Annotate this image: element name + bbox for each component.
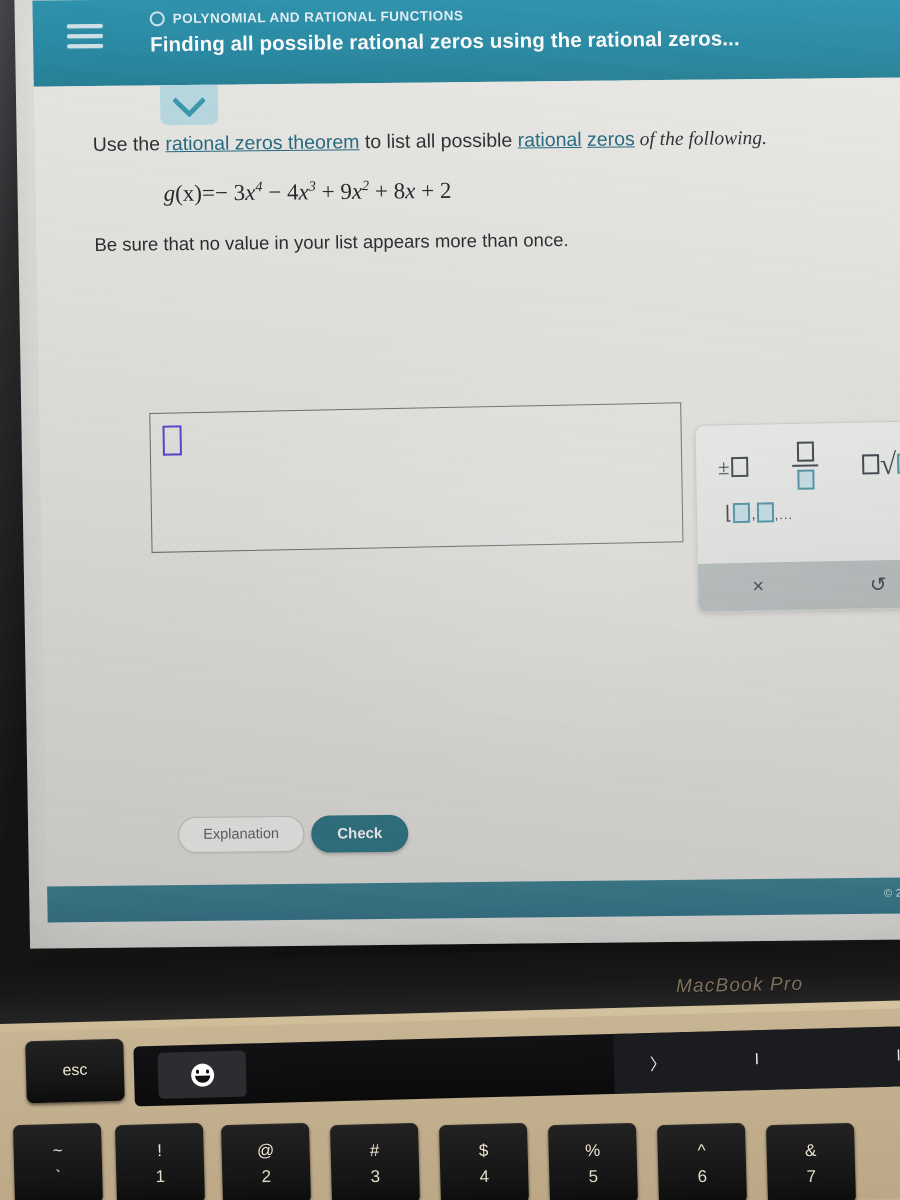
key-upper: & xyxy=(804,1140,817,1161)
eq-t2-var: x xyxy=(298,179,309,205)
topic-row: POLYNOMIAL AND RATIONAL FUNCTIONS xyxy=(149,8,464,27)
eq-t4-sign: + xyxy=(374,178,389,205)
smiley-face-icon xyxy=(190,1062,214,1087)
eq-t3-sign: + xyxy=(321,179,335,205)
key-lower: 6 xyxy=(697,1166,708,1187)
eq-t1-sign: − xyxy=(214,180,229,206)
pulldown-tab[interactable] xyxy=(159,83,219,126)
intro-text-before: Use the xyxy=(92,133,166,156)
box-root-box-button[interactable]: √ xyxy=(861,447,900,481)
eq-t2-coef: 4 xyxy=(286,179,299,205)
placeholder-square xyxy=(796,441,814,462)
pie-progress-icon xyxy=(149,11,165,27)
rational-link[interactable]: rational xyxy=(518,129,582,152)
key-6[interactable]: ^ 6 xyxy=(656,1122,748,1200)
key-lower: ` xyxy=(55,1166,62,1187)
photo-of-laptop-screen: arks https://www.googl... Gmail YouTube … xyxy=(0,0,900,1200)
eq-t2-exp: 3 xyxy=(308,178,316,196)
problem-statement: Use the rational zeros theorem to list a… xyxy=(93,124,895,256)
key-4[interactable]: $ 4 xyxy=(438,1122,530,1200)
eq-t3-exp: 2 xyxy=(361,178,370,195)
copyright-text: © 2022 xyxy=(883,887,900,900)
fraction-bar xyxy=(792,464,819,467)
key-lower: 4 xyxy=(479,1166,490,1187)
key-upper: ! xyxy=(157,1140,163,1161)
eq-t4-var: x xyxy=(404,178,416,204)
math-palette-row-1: ± √ xyxy=(696,435,900,496)
clear-icon[interactable]: × xyxy=(698,574,818,599)
key-upper: # xyxy=(369,1140,380,1161)
key-1[interactable]: ! 1 xyxy=(114,1122,206,1200)
explanation-button[interactable]: Explanation xyxy=(177,815,305,854)
fraction-button[interactable] xyxy=(792,441,819,490)
key-lower: 5 xyxy=(588,1166,599,1187)
eq-t1-exp: 4 xyxy=(255,179,263,196)
intro-text-middle: to list all possible xyxy=(359,129,518,154)
undo-icon[interactable]: ↺ xyxy=(818,571,900,598)
touchbar-suggestion-1[interactable]: 〉 xyxy=(613,1031,703,1094)
key-upper: % xyxy=(584,1140,601,1161)
esc-key[interactable]: esc xyxy=(25,1038,125,1104)
touchbar-suggestion-2[interactable]: I xyxy=(701,1028,813,1092)
key-7[interactable]: & 7 xyxy=(765,1122,857,1200)
lesson-title: Finding all possible rational zeros usin… xyxy=(149,27,740,57)
action-bar: Explanation Check xyxy=(46,809,900,862)
eq-t5-sign: + xyxy=(420,178,435,204)
key-lower: 2 xyxy=(261,1166,272,1187)
function-equation: g(x)=− 3x4 − 4x3 + 9x2 + 8x + 2 xyxy=(163,173,893,207)
eq-equals: = xyxy=(201,180,216,206)
eq-t2-sign: − xyxy=(268,179,282,206)
chevron-down-icon xyxy=(172,83,207,118)
exercise-page: Use the rational zeros theorem to list a… xyxy=(33,77,900,887)
eq-t1-coef: 3 xyxy=(233,180,246,206)
list-dots: ,... xyxy=(774,506,794,523)
key-3[interactable]: # 3 xyxy=(329,1122,421,1200)
key-tilde[interactable]: ~ ` xyxy=(12,1122,104,1200)
key-lower: 7 xyxy=(806,1166,817,1187)
eq-arg: (x) xyxy=(174,180,203,207)
eq-t5-coef: 2 xyxy=(439,178,452,204)
eq-t1-var: x xyxy=(244,180,256,206)
empty-math-placeholder-box xyxy=(162,425,182,456)
answer-input[interactable] xyxy=(149,402,684,553)
eq-lhs: g xyxy=(163,181,176,207)
key-upper: ~ xyxy=(52,1140,63,1161)
list-comma-button[interactable]: ⌊ , ,... xyxy=(724,502,794,525)
key-upper: @ xyxy=(256,1140,275,1161)
key-upper: ^ xyxy=(697,1140,706,1161)
eq-t4-coef: 8 xyxy=(393,178,406,204)
placeholder-square xyxy=(861,454,880,475)
placeholder-square-filled xyxy=(733,502,751,524)
emoji-button[interactable] xyxy=(157,1050,247,1099)
intro-text-after: of the following. xyxy=(634,127,768,151)
math-palette-footer: × ↺ xyxy=(697,559,900,612)
problem-instruction: Use the rational zeros theorem to list a… xyxy=(93,124,893,160)
zeros-link[interactable]: zeros xyxy=(587,128,635,150)
aleks-header: POLYNOMIAL AND RATIONAL FUNCTIONS Findin… xyxy=(32,0,900,87)
placeholder-square xyxy=(731,456,749,478)
topic-label: POLYNOMIAL AND RATIONAL FUNCTIONS xyxy=(172,8,464,27)
macbook-pro-brand-label: MacBook Pro xyxy=(675,973,804,998)
key-lower: 1 xyxy=(155,1166,166,1187)
eq-t3-coef: 9 xyxy=(340,179,353,205)
math-palette: ± √ ⌊ , ,... × ↺ xyxy=(694,420,900,613)
rational-zeros-theorem-link[interactable]: rational zeros theorem xyxy=(165,131,359,155)
placeholder-square-filled xyxy=(756,502,774,523)
problem-note: Be sure that no value in your list appea… xyxy=(94,228,569,255)
key-lower: 3 xyxy=(370,1166,381,1187)
check-button[interactable]: Check xyxy=(310,814,409,853)
list-open-paren: ⌊ xyxy=(724,503,733,525)
laptop-display: arks https://www.googl... Gmail YouTube … xyxy=(13,0,900,949)
hamburger-icon[interactable] xyxy=(66,23,104,52)
plus-minus-box-button[interactable]: ± xyxy=(718,454,749,480)
touchbar-suggestion-3[interactable]: I'm xyxy=(811,1025,900,1089)
placeholder-square-filled xyxy=(796,469,815,490)
key-2[interactable]: @ 2 xyxy=(220,1122,312,1200)
radical-icon: √ xyxy=(879,447,897,481)
key-upper: $ xyxy=(478,1140,489,1161)
key-5[interactable]: % 5 xyxy=(547,1122,639,1200)
